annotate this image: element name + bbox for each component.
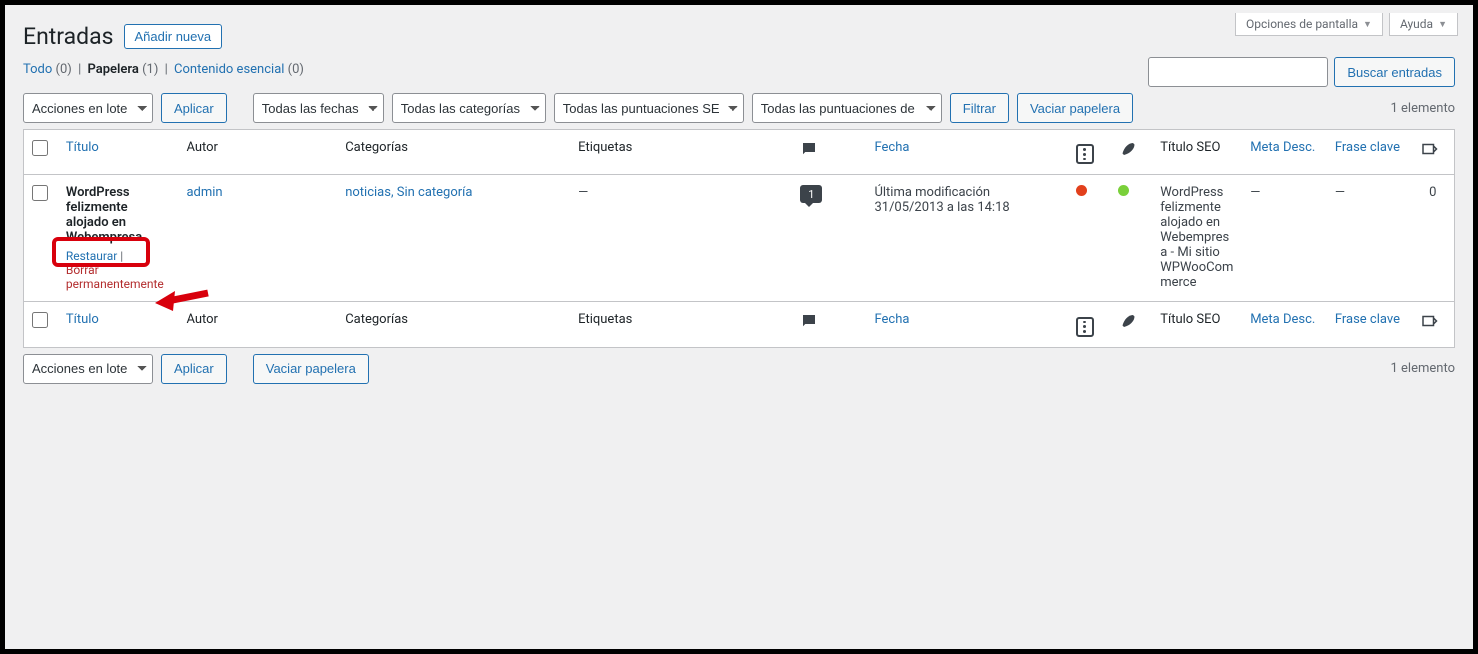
row-actions: Restaurar | Borrar permanentemente [66, 245, 171, 291]
tags-cell: — [570, 175, 792, 301]
readability-icon [1076, 144, 1094, 164]
view-all-link[interactable]: Todo [23, 62, 52, 77]
empty-trash-button-bottom[interactable]: Vaciar papelera [253, 354, 369, 384]
links-icon [1420, 140, 1438, 158]
add-new-button[interactable]: Añadir nueva [124, 24, 223, 49]
empty-trash-button-top[interactable]: Vaciar papelera [1017, 93, 1133, 123]
col-tags-foot: Etiquetas [570, 301, 792, 346]
filter-seo-select[interactable]: Todas las puntuaciones SEO [554, 93, 744, 123]
col-seo-title: Título SEO [1152, 130, 1242, 175]
search-input[interactable] [1148, 57, 1328, 87]
col-keyphrase[interactable]: Frase clave [1327, 130, 1412, 175]
apply-button-top[interactable]: Aplicar [161, 93, 227, 123]
posts-table: Título Autor Categorías Etiquetas Fecha … [23, 129, 1455, 348]
col-links-foot [1412, 301, 1454, 346]
screen-options-tab[interactable]: Opciones de pantalla ▼ [1235, 13, 1383, 36]
help-tab[interactable]: Ayuda ▼ [1389, 13, 1458, 36]
filter-button[interactable]: Filtrar [950, 93, 1009, 123]
categories-link[interactable]: noticias, Sin categoría [345, 185, 472, 200]
col-title-foot[interactable]: Título [58, 301, 179, 346]
screen-options-label: Opciones de pantalla [1246, 17, 1358, 31]
help-label: Ayuda [1400, 17, 1433, 31]
col-meta-desc[interactable]: Meta Desc. [1242, 130, 1327, 175]
col-author-foot: Autor [178, 301, 337, 346]
comment-icon [800, 140, 818, 158]
col-meta-desc-foot[interactable]: Meta Desc. [1242, 301, 1327, 346]
author-link[interactable]: admin [186, 185, 222, 200]
col-date[interactable]: Fecha [866, 130, 1067, 175]
seo-title-cell: WordPress felizmente alojado en Webempre… [1152, 175, 1242, 301]
table-row: WordPress felizmente alojado en Webempre… [24, 175, 1454, 301]
filter-dates-select[interactable]: Todas las fechas [253, 93, 384, 123]
filter-categories-select[interactable]: Todas las categorías [392, 93, 546, 123]
col-comments[interactable] [792, 130, 866, 175]
post-title: WordPress felizmente alojado en Webempre… [66, 185, 142, 245]
links-cell: 0 [1412, 175, 1454, 301]
col-tags: Etiquetas [570, 130, 792, 175]
col-title[interactable]: Título [58, 130, 179, 175]
select-all-top[interactable] [32, 140, 48, 156]
chevron-down-icon: ▼ [1438, 19, 1447, 30]
col-readability [1068, 130, 1110, 175]
col-author: Autor [178, 130, 337, 175]
row-checkbox[interactable] [32, 185, 48, 201]
date-cell: Última modificación31/05/2013 a las 14:1… [866, 175, 1067, 301]
delete-permanently-link[interactable]: Borrar permanentemente [66, 263, 164, 291]
item-count-bottom: 1 elemento [1391, 361, 1456, 376]
bulk-action-select-top[interactable]: Acciones en lote [23, 93, 153, 123]
col-seo-title-foot: Título SEO [1152, 301, 1242, 346]
col-keyphrase-foot[interactable]: Frase clave [1327, 301, 1412, 346]
col-links [1412, 130, 1454, 175]
bulk-action-select-bottom[interactable]: Acciones en lote [23, 354, 153, 384]
comment-count[interactable]: 1 [800, 185, 822, 203]
view-trash-current: Papelera [87, 62, 138, 77]
col-categories-foot: Categorías [337, 301, 570, 346]
feather-icon [1118, 312, 1136, 330]
readability-dot-red [1076, 185, 1087, 196]
meta-desc-cell: — [1242, 175, 1327, 301]
readability-icon [1076, 317, 1094, 337]
links-icon [1420, 312, 1438, 330]
page-title: Entradas [23, 23, 114, 50]
apply-button-bottom[interactable]: Aplicar [161, 354, 227, 384]
chevron-down-icon: ▼ [1363, 19, 1372, 30]
item-count-top: 1 elemento [1391, 101, 1456, 116]
comment-icon [800, 312, 818, 330]
search-button[interactable]: Buscar entradas [1334, 57, 1455, 87]
col-comments-foot[interactable] [792, 301, 866, 346]
feather-icon [1118, 140, 1136, 158]
view-cornerstone-link[interactable]: Contenido esencial [174, 62, 284, 77]
seo-dot-green [1118, 185, 1129, 196]
select-all-bottom[interactable] [32, 312, 48, 328]
filter-readability-select[interactable]: Todas las puntuaciones de [752, 93, 942, 123]
keyphrase-cell: — [1327, 175, 1412, 301]
col-seo [1110, 130, 1152, 175]
col-categories: Categorías [337, 130, 570, 175]
col-readability-foot [1068, 301, 1110, 346]
col-seo-foot [1110, 301, 1152, 346]
restore-link[interactable]: Restaurar [66, 249, 117, 263]
col-date-foot[interactable]: Fecha [866, 301, 1067, 346]
